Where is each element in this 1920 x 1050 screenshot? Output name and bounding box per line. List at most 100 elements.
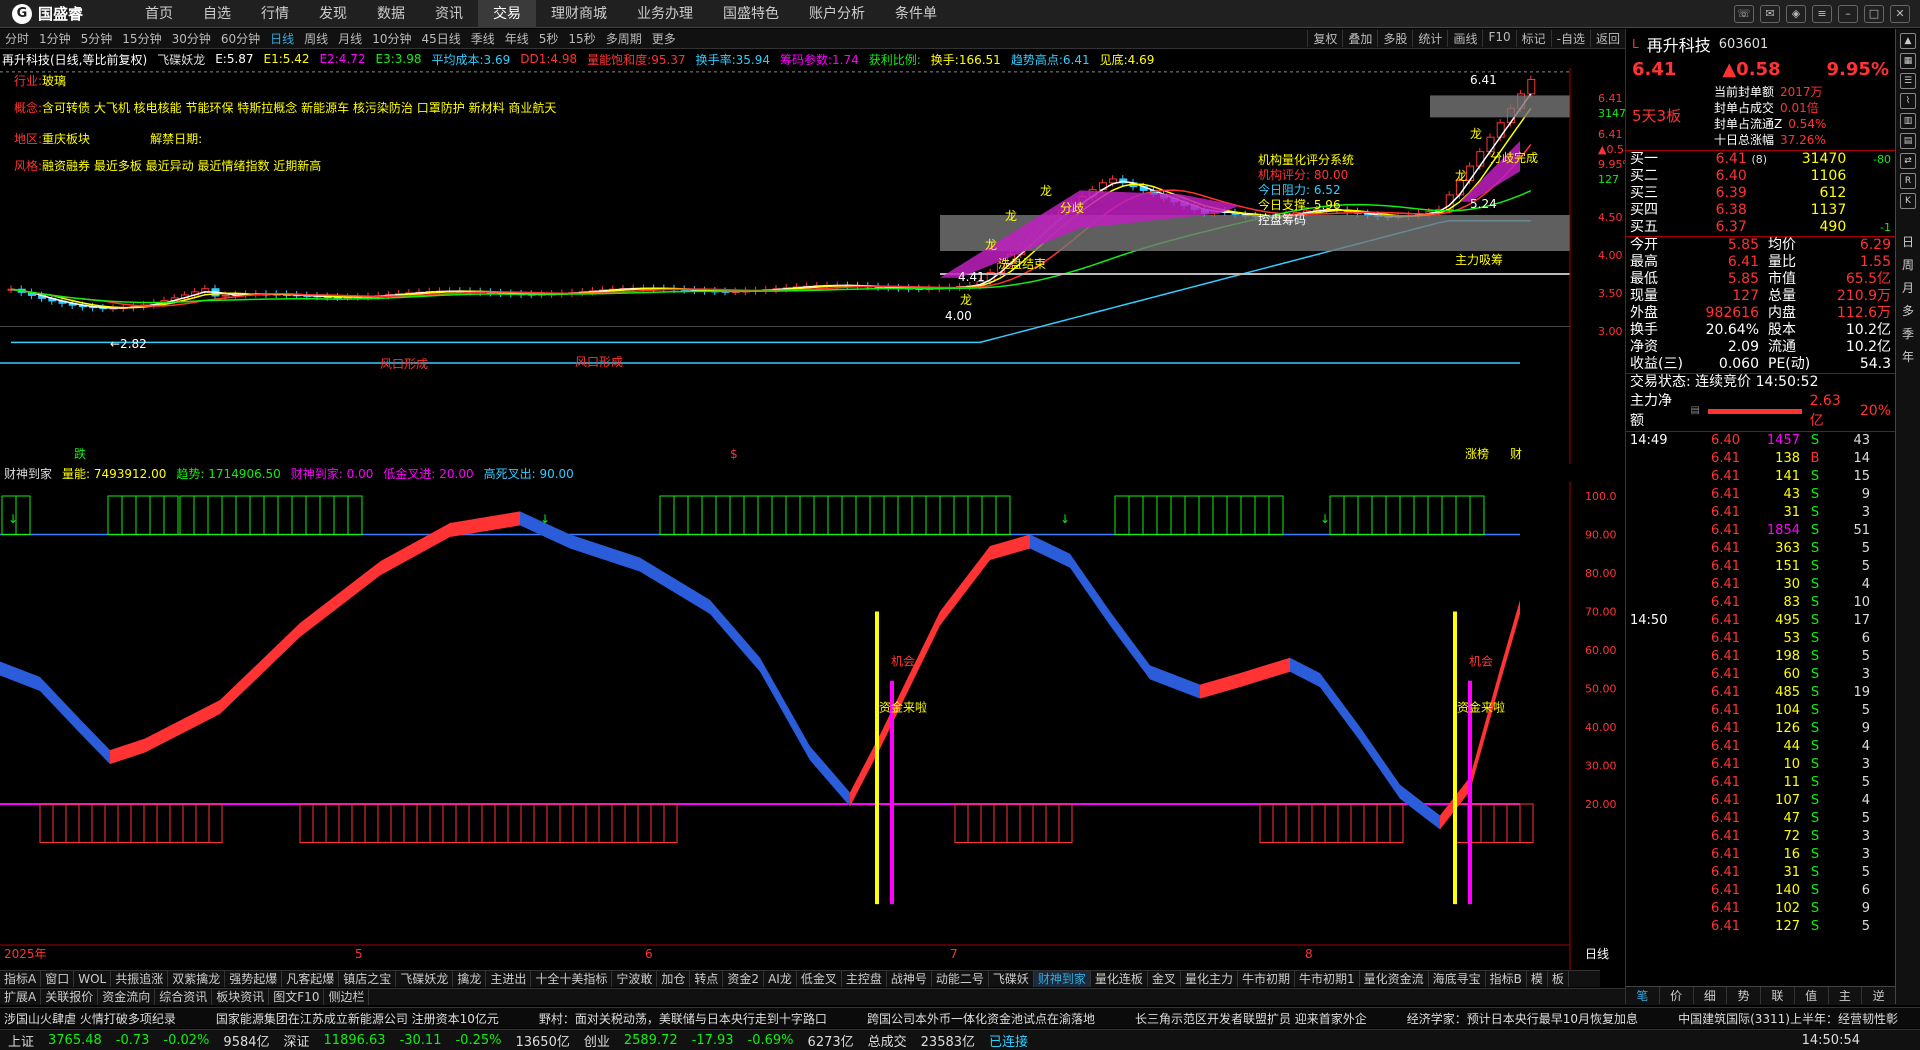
menu-item-8[interactable]: 业务办理 — [622, 0, 708, 28]
period-tab-10[interactable]: 45日线 — [416, 30, 465, 47]
menu-item-0[interactable]: 首页 — [130, 0, 188, 28]
bar-icon[interactable]: ▥ — [1900, 113, 1916, 129]
caishen-indicator-chart[interactable]: 机会资金来啦 机会资金来啦 ↓ ↓ ↓ ↓ 100.0 90.00 80.00 70.00 60.0… — [0, 482, 1625, 970]
indicator-tab-31[interactable]: 模 — [1527, 971, 1548, 987]
period-tab-2[interactable]: 5分钟 — [76, 30, 118, 47]
indicator-tab-28[interactable]: 量化资金流 — [1360, 971, 1429, 987]
tool-button-8[interactable]: 返回 — [1589, 30, 1625, 47]
menu-item-4[interactable]: 数据 — [362, 0, 420, 28]
detail-tab-3[interactable]: 势 — [1727, 987, 1761, 1004]
order-row-0[interactable]: 买一 6.41 (8) 31470 -80 — [1626, 151, 1895, 168]
detail-tab-1[interactable]: 价 — [1660, 987, 1694, 1004]
news-item-2[interactable]: 野村：面对关税动荡，美联储与日本央行走到十字路口 — [539, 1010, 827, 1027]
sidebar-period-1[interactable]: 周 — [1902, 256, 1914, 273]
chat-icon[interactable]: ☏ — [1734, 4, 1754, 23]
order-row-4[interactable]: 买五 6.37 490 -1 — [1626, 219, 1895, 236]
order-row-2[interactable]: 买三 6.39 612 — [1626, 185, 1895, 202]
period-tab-3[interactable]: 15分钟 — [117, 30, 166, 47]
indicator-tab-6[interactable]: 凡客起爆 — [282, 971, 340, 987]
close-icon[interactable]: ✕ — [1890, 4, 1910, 23]
menu-item-1[interactable]: 自选 — [188, 0, 246, 28]
extension-tab-5[interactable]: 图文F10 — [269, 989, 325, 1005]
news-item-6[interactable]: 中国建筑国际(3311)上半年：经营韧性彰 — [1678, 1010, 1898, 1027]
period-tab-9[interactable]: 10分钟 — [367, 30, 416, 47]
tool-button-5[interactable]: F10 — [1482, 30, 1515, 47]
news-item-0[interactable]: 涉国山火肆虐 火情打破多项纪录 — [4, 1010, 176, 1027]
indicator-tab-9[interactable]: 擒龙 — [453, 971, 487, 987]
extension-tab-1[interactable]: 关联报价 — [41, 989, 99, 1005]
menu-item-6[interactable]: 交易 — [478, 0, 536, 28]
extension-tab-2[interactable]: 资金流向 — [98, 989, 156, 1005]
indicator-tab-5[interactable]: 强势起爆 — [225, 971, 283, 987]
period-tab-5[interactable]: 60分钟 — [216, 30, 265, 47]
menu-item-3[interactable]: 发现 — [304, 0, 362, 28]
indicator-tab-2[interactable]: WOL — [74, 971, 112, 987]
toggle-icon[interactable]: ▤ — [1690, 401, 1699, 421]
chart-icon[interactable]: ⌇ — [1900, 93, 1916, 109]
period-tab-13[interactable]: 5秒 — [534, 30, 564, 47]
indicator-tab-22[interactable]: 财神到家 — [1033, 971, 1091, 987]
news-item-5[interactable]: 经济学家：预计日本央行最早10月恢复加息 — [1407, 1010, 1638, 1027]
flow-icon[interactable]: ⇄ — [1900, 153, 1916, 169]
news-item-4[interactable]: 长三角示范区开发者联盟扩员 迎来首家外企 — [1135, 1010, 1367, 1027]
indicator-tab-4[interactable]: 双紫擒龙 — [168, 971, 226, 987]
menu-item-5[interactable]: 资讯 — [420, 0, 478, 28]
period-tab-6[interactable]: 日线 — [265, 30, 299, 47]
period-tab-14[interactable]: 15秒 — [563, 30, 600, 47]
order-row-3[interactable]: 买四 6.38 1137 — [1626, 202, 1895, 219]
indicator-tab-27[interactable]: 牛市初期1 — [1295, 971, 1360, 987]
maximize-icon[interactable]: □ — [1864, 4, 1884, 23]
indicator-tab-29[interactable]: 海底寻宝 — [1429, 971, 1486, 987]
indicator-tab-21[interactable]: 飞碟妖 — [989, 971, 1034, 987]
extension-tab-4[interactable]: 板块资讯 — [212, 989, 270, 1005]
skin-icon[interactable]: ◈ — [1786, 4, 1806, 23]
indicator-tab-8[interactable]: 飞碟妖龙 — [396, 971, 454, 987]
period-tab-1[interactable]: 1分钟 — [34, 30, 76, 47]
menu-item-10[interactable]: 账户分析 — [794, 0, 880, 28]
tool-button-1[interactable]: 叠加 — [1342, 30, 1377, 47]
kdj-icon[interactable]: K — [1900, 193, 1916, 209]
tool-button-2[interactable]: 多股 — [1377, 30, 1412, 47]
table-icon[interactable]: ▤ — [1900, 133, 1916, 149]
menu-icon[interactable]: ≡ — [1812, 4, 1832, 23]
indicator-tab-19[interactable]: 战神号 — [887, 971, 932, 987]
indicator-tab-20[interactable]: 动能二号 — [932, 971, 989, 987]
sidebar-period-2[interactable]: 月 — [1902, 279, 1914, 296]
detail-tab-0[interactable]: 笔 — [1626, 987, 1660, 1004]
news-item-3[interactable]: 跨国公司本外币一体化资金池试点在渝落地 — [867, 1010, 1095, 1027]
period-tab-4[interactable]: 30分钟 — [167, 30, 216, 47]
period-tab-15[interactable]: 多周期 — [601, 30, 647, 47]
minimize-icon[interactable]: – — [1838, 4, 1858, 23]
indicator-tab-3[interactable]: 共振追涨 — [111, 971, 169, 987]
grid-icon[interactable]: ▦ — [1900, 53, 1916, 69]
news-item-1[interactable]: 国家能源集团在江苏成立新能源公司 注册资本10亿元 — [216, 1010, 499, 1027]
indicator-tab-30[interactable]: 指标B — [1486, 971, 1527, 987]
indicator-tab-14[interactable]: 转点 — [690, 971, 724, 987]
menu-item-7[interactable]: 理财商城 — [536, 0, 622, 28]
detail-tab-5[interactable]: 值 — [1795, 987, 1829, 1004]
period-tab-8[interactable]: 月线 — [333, 30, 367, 47]
extension-tab-3[interactable]: 综合资讯 — [155, 989, 213, 1005]
indicator-tab-10[interactable]: 主进出 — [486, 971, 532, 987]
indicator-tab-11[interactable]: 十全十美指标 — [531, 971, 613, 987]
menu-item-9[interactable]: 国盛特色 — [708, 0, 794, 28]
list-icon[interactable]: ☰ — [1900, 73, 1916, 89]
rsi-icon[interactable]: R — [1900, 173, 1916, 189]
tick-table[interactable]: 14:49 6.40 1457 S 43 6.41 138 B 14 6.41 141 S 15 6.41… — [1626, 432, 1895, 936]
period-tab-12[interactable]: 年线 — [500, 30, 534, 47]
tool-button-7[interactable]: -自选 — [1550, 30, 1590, 47]
indicator-tab-13[interactable]: 加仓 — [657, 971, 691, 987]
detail-tab-7[interactable]: 逆 — [1862, 987, 1896, 1004]
tool-button-3[interactable]: 统计 — [1412, 30, 1447, 47]
indicator-tab-25[interactable]: 量化主力 — [1181, 971, 1238, 987]
detail-tab-6[interactable]: 主 — [1829, 987, 1863, 1004]
indicator-tab-18[interactable]: 主控盘 — [842, 971, 887, 987]
period-tab-0[interactable]: 分时 — [0, 30, 34, 47]
indicator-tab-15[interactable]: 资金2 — [723, 971, 765, 987]
period-tab-11[interactable]: 季线 — [466, 30, 500, 47]
indicator-tab-17[interactable]: 低金叉 — [797, 971, 842, 987]
indicator-tab-0[interactable]: 指标A — [0, 971, 42, 987]
detail-tab-2[interactable]: 细 — [1694, 987, 1728, 1004]
indicator-tab-23[interactable]: 量化连板 — [1091, 971, 1148, 987]
menu-item-11[interactable]: 条件单 — [880, 0, 952, 28]
